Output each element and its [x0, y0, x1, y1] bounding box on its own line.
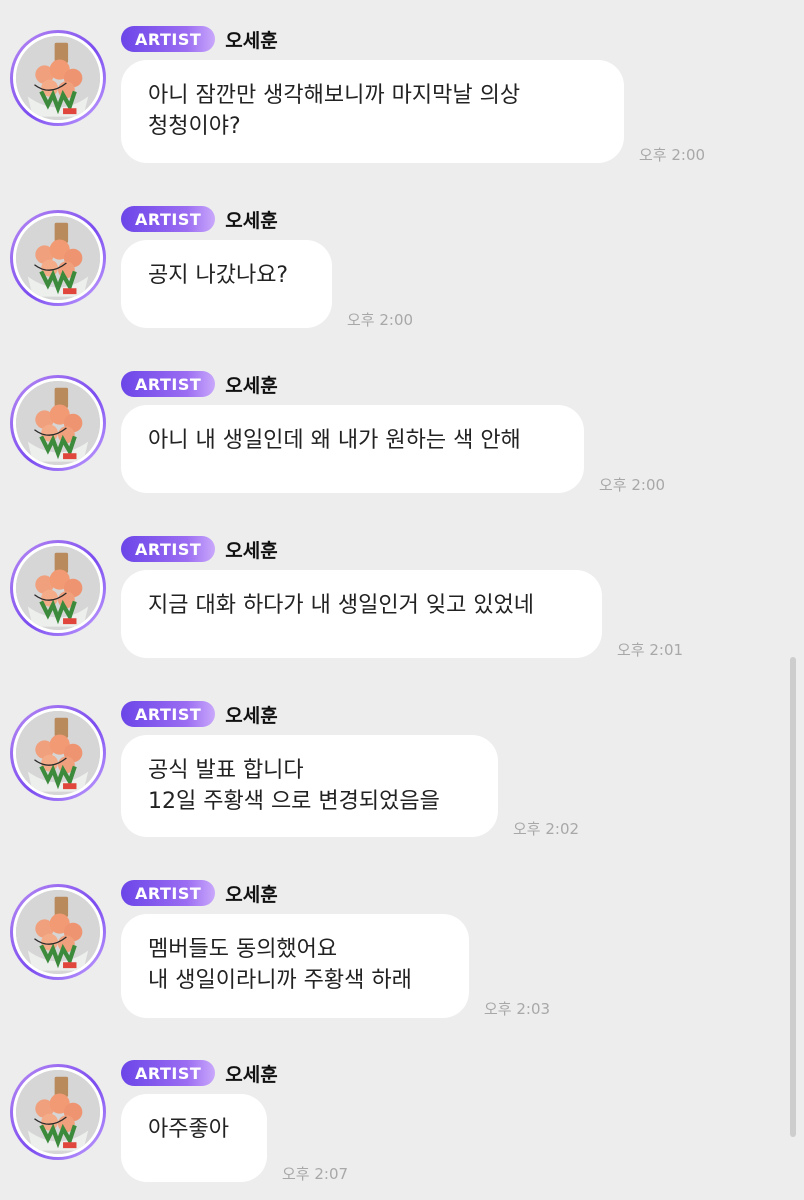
sender-name[interactable]: 오세훈: [225, 26, 277, 53]
sender-name[interactable]: 오세훈: [225, 1060, 277, 1087]
sender-name[interactable]: 오세훈: [225, 371, 277, 398]
avatar[interactable]: [10, 375, 106, 471]
message-timestamp: 오후 2:03: [484, 1000, 551, 1018]
artist-badge: ARTIST: [121, 536, 216, 562]
message-bubble[interactable]: 지금 대화 하다가 내 생일인거 잊고 있었네: [121, 570, 602, 658]
avatar[interactable]: [10, 540, 106, 636]
sender-row: ARTIST 오세훈: [121, 880, 278, 906]
message-timestamp: 오후 2:01: [617, 641, 684, 659]
message-timestamp: 오후 2:00: [639, 146, 706, 164]
artist-badge: ARTIST: [121, 206, 216, 232]
message-bubble[interactable]: 아주좋아: [121, 1094, 267, 1182]
avatar[interactable]: [10, 705, 106, 801]
sender-row: ARTIST 오세훈: [121, 701, 278, 727]
sender-row: ARTIST 오세훈: [121, 371, 278, 397]
sender-name[interactable]: 오세훈: [225, 880, 277, 907]
flower-bouquet-icon: [16, 711, 100, 795]
message-timestamp: 오후 2:00: [599, 476, 666, 494]
message-bubble[interactable]: 아니 내 생일인데 왜 내가 원하는 색 안해: [121, 405, 584, 493]
message-bubble[interactable]: 멤버들도 동의했어요 내 생일이라니까 주황색 하래: [121, 914, 469, 1018]
sender-name[interactable]: 오세훈: [225, 701, 277, 728]
sender-row: ARTIST 오세훈: [121, 206, 278, 232]
sender-row: ARTIST 오세훈: [121, 26, 278, 52]
sender-name[interactable]: 오세훈: [225, 536, 277, 563]
artist-badge: ARTIST: [121, 1060, 216, 1086]
flower-bouquet-icon: [16, 36, 100, 120]
chat-area: ARTIST 오세훈 아니 잠깐만 생각해보니까 마지막날 의상 청청이야? 오…: [0, 0, 804, 1200]
artist-badge: ARTIST: [121, 880, 216, 906]
message-timestamp: 오후 2:00: [347, 311, 414, 329]
flower-bouquet-icon: [16, 381, 100, 465]
scrollbar[interactable]: [790, 657, 796, 1137]
artist-badge: ARTIST: [121, 701, 216, 727]
artist-badge: ARTIST: [121, 26, 216, 52]
flower-bouquet-icon: [16, 890, 100, 974]
flower-bouquet-icon: [16, 1070, 100, 1154]
sender-row: ARTIST 오세훈: [121, 1060, 278, 1086]
message-bubble[interactable]: 공식 발표 합니다 12일 주황색 으로 변경되었음을: [121, 735, 498, 837]
sender-name[interactable]: 오세훈: [225, 206, 277, 233]
flower-bouquet-icon: [16, 546, 100, 630]
message-bubble[interactable]: 공지 나갔나요?: [121, 240, 332, 328]
avatar[interactable]: [10, 1064, 106, 1160]
flower-bouquet-icon: [16, 216, 100, 300]
artist-badge: ARTIST: [121, 371, 216, 397]
message-timestamp: 오후 2:07: [282, 1165, 349, 1183]
avatar[interactable]: [10, 210, 106, 306]
message-bubble[interactable]: 아니 잠깐만 생각해보니까 마지막날 의상 청청이야?: [121, 60, 624, 163]
avatar[interactable]: [10, 30, 106, 126]
message-timestamp: 오후 2:02: [513, 820, 580, 838]
avatar[interactable]: [10, 884, 106, 980]
sender-row: ARTIST 오세훈: [121, 536, 278, 562]
